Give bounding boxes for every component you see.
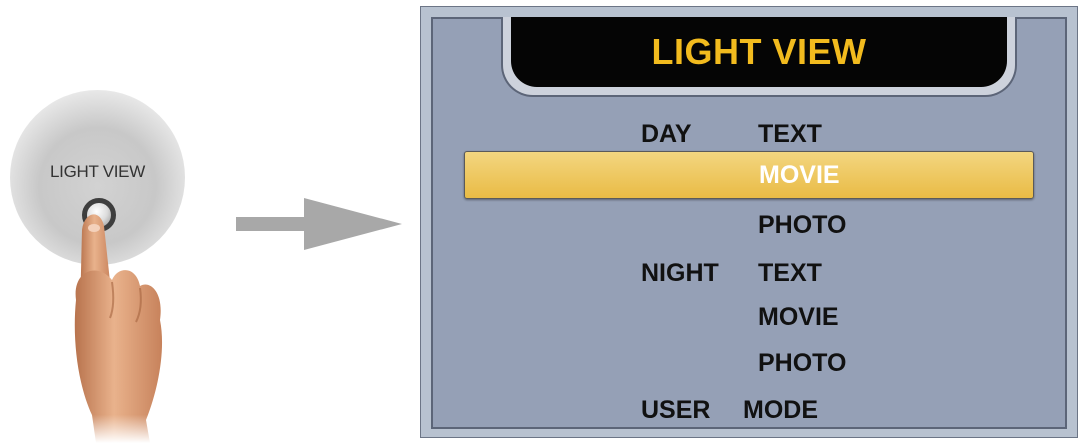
light-view-osd-menu: LIGHT VIEW DAY TEXT MOVIE PHOTO NIGHT TE…: [420, 6, 1078, 438]
menu-option-label: TEXT: [758, 120, 822, 148]
menu-option-label: MOVIE: [759, 161, 840, 189]
menu-item-night-text[interactable]: NIGHT TEXT: [433, 255, 1065, 289]
menu-option-label: PHOTO: [758, 211, 847, 239]
title-plate: LIGHT VIEW: [501, 17, 1017, 97]
menu-item-day-photo[interactable]: PHOTO: [433, 207, 1065, 241]
menu-option-label: TEXT: [758, 259, 822, 287]
menu-title: LIGHT VIEW: [651, 31, 867, 72]
pointing-finger-icon: [60, 214, 180, 443]
menu-option-label: PHOTO: [758, 349, 847, 377]
menu-item-day-movie[interactable]: MOVIE: [464, 151, 1034, 199]
menu-option-label: MOVIE: [758, 303, 839, 331]
menu-option-label: MODE: [743, 396, 818, 424]
menu-group-label: DAY: [641, 120, 692, 148]
menu-item-night-photo[interactable]: PHOTO: [433, 345, 1065, 379]
menu-item-day-text[interactable]: DAY TEXT: [433, 116, 1065, 150]
osd-menu-body: LIGHT VIEW DAY TEXT MOVIE PHOTO NIGHT TE…: [431, 17, 1067, 429]
menu-group-label: NIGHT: [641, 259, 719, 287]
right-arrow-icon: [236, 198, 402, 250]
menu-item-night-movie[interactable]: MOVIE: [433, 299, 1065, 333]
menu-group-label: USER: [641, 396, 711, 424]
menu-item-user-mode[interactable]: USER MODE: [433, 392, 1065, 426]
